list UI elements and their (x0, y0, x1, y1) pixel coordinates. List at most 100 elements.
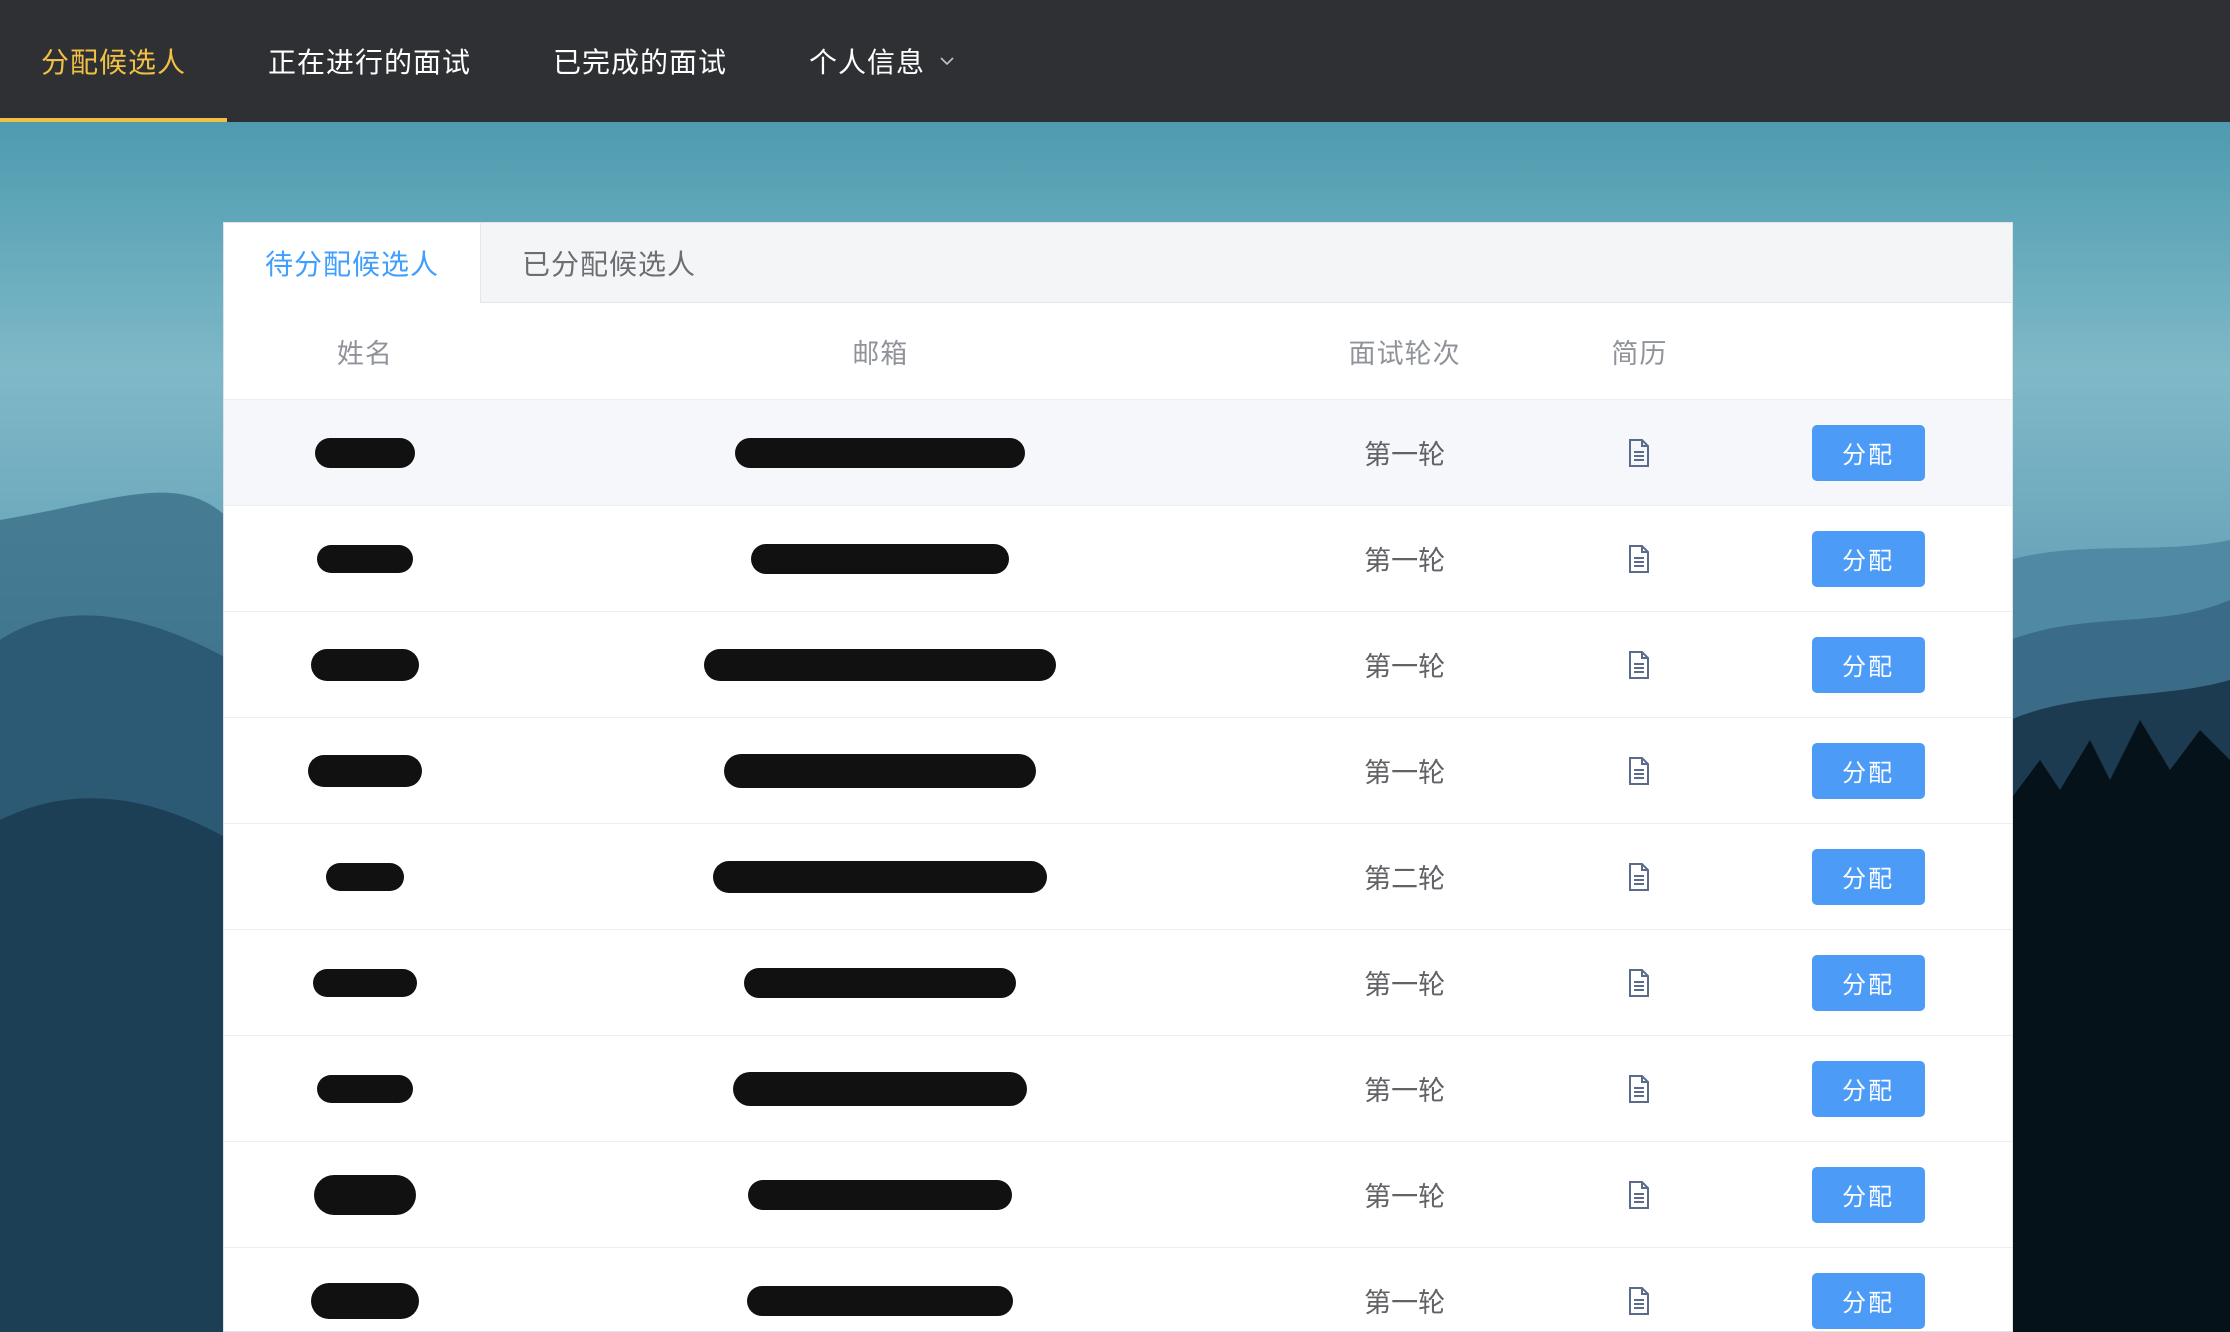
nav-assign-candidates[interactable]: 分配候选人 (0, 0, 228, 122)
redacted-email (724, 753, 1037, 788)
document-icon[interactable] (1627, 438, 1651, 467)
interview-round: 第二轮 (1364, 864, 1446, 895)
action-cell: 分配 (1724, 1272, 2012, 1329)
table-row: 第一轮 分配 (224, 930, 2012, 1036)
assign-button[interactable]: 分配 (1811, 636, 1925, 693)
redacted-name (310, 1282, 419, 1319)
tab-assigned-candidates[interactable]: 已分配候选人 (481, 223, 737, 302)
resume-cell (1555, 544, 1725, 573)
table-row: 第一轮 分配 (224, 1036, 2012, 1142)
candidate-email (506, 967, 1255, 998)
table-row: 第二轮 分配 (224, 824, 2012, 930)
redacted-email (735, 437, 1026, 468)
redacted-email (748, 1179, 1013, 1210)
resume-cell (1555, 1286, 1725, 1315)
resume-cell (1555, 1180, 1725, 1209)
nav-label: 已完成的面试 (553, 46, 728, 79)
table-row: 第一轮 分配 (224, 400, 2012, 506)
document-icon[interactable] (1627, 1180, 1651, 1209)
candidate-email (506, 753, 1255, 788)
redacted-name (312, 968, 417, 997)
candidate-email (506, 543, 1255, 574)
resume-cell (1555, 968, 1725, 997)
nav-label: 正在进行的面试 (268, 46, 472, 79)
redacted-name (316, 1074, 413, 1103)
nav-label: 个人信息 (809, 46, 926, 79)
nav-personal-info[interactable]: 个人信息 (768, 0, 996, 122)
redacted-name (316, 544, 413, 573)
candidate-name (224, 754, 506, 787)
candidate-email (506, 437, 1255, 468)
redacted-email (744, 967, 1017, 998)
nav-label: 分配候选人 (41, 46, 187, 79)
table-row: 第一轮 分配 (224, 612, 2012, 718)
column-header-name: 姓名 (336, 338, 393, 370)
tab-label: 待分配候选人 (265, 248, 440, 281)
candidate-email (506, 860, 1255, 893)
column-header-resume: 简历 (1611, 338, 1668, 370)
column-header-round: 面试轮次 (1348, 338, 1461, 370)
interview-round: 第一轮 (1364, 1182, 1446, 1213)
interview-round: 第一轮 (1364, 970, 1446, 1001)
redacted-email (704, 648, 1057, 681)
redacted-email (713, 860, 1048, 893)
redacted-name (325, 862, 404, 891)
assign-button[interactable]: 分配 (1811, 1272, 1925, 1329)
resume-cell (1555, 1074, 1725, 1103)
candidate-name (224, 437, 506, 468)
assign-button[interactable]: 分配 (1811, 848, 1925, 905)
redacted-name (307, 754, 422, 787)
tab-pending-candidates[interactable]: 待分配候选人 (224, 223, 482, 303)
document-icon[interactable] (1627, 544, 1651, 573)
table-header: 姓名 邮箱 面试轮次 简历 (224, 303, 2012, 400)
document-icon[interactable] (1627, 1286, 1651, 1315)
interview-round: 第一轮 (1364, 440, 1446, 471)
resume-cell (1555, 862, 1725, 891)
resume-cell (1555, 756, 1725, 785)
interview-round: 第一轮 (1364, 652, 1446, 683)
action-cell: 分配 (1724, 424, 2012, 481)
action-cell: 分配 (1724, 848, 2012, 905)
table-row: 第一轮 分配 (224, 1248, 2012, 1331)
candidate-email (506, 1179, 1255, 1210)
nav-completed-interviews[interactable]: 已完成的面试 (512, 0, 768, 122)
document-icon[interactable] (1627, 650, 1651, 679)
candidate-name (224, 968, 506, 997)
assign-button[interactable]: 分配 (1811, 954, 1925, 1011)
interview-round: 第一轮 (1364, 1288, 1446, 1319)
resume-cell (1555, 650, 1725, 679)
resume-cell (1555, 438, 1725, 467)
chevron-down-icon (940, 57, 954, 66)
action-cell: 分配 (1724, 636, 2012, 693)
nav-ongoing-interviews[interactable]: 正在进行的面试 (227, 0, 512, 122)
candidate-name (224, 1074, 506, 1103)
redacted-email (733, 1071, 1028, 1106)
document-icon[interactable] (1627, 968, 1651, 997)
table-body: 第一轮 分配 第一轮 分配 第一轮 分配 第一轮 分配 第二轮 分配 第一轮 分… (224, 400, 2012, 1331)
redacted-name (313, 1174, 416, 1215)
assign-button[interactable]: 分配 (1811, 742, 1925, 799)
top-navigation: 分配候选人 正在进行的面试 已完成的面试 个人信息 (0, 0, 2230, 122)
candidate-email (506, 648, 1255, 681)
action-cell: 分配 (1724, 1060, 2012, 1117)
column-header-email: 邮箱 (852, 338, 909, 370)
candidate-name (224, 1282, 506, 1319)
candidate-tabs: 待分配候选人 已分配候选人 (224, 223, 2012, 303)
candidate-name (224, 1174, 506, 1215)
candidate-name (224, 862, 506, 891)
document-icon[interactable] (1627, 1074, 1651, 1103)
assign-button[interactable]: 分配 (1811, 1060, 1925, 1117)
assign-button[interactable]: 分配 (1811, 424, 1925, 481)
assign-button[interactable]: 分配 (1811, 1166, 1925, 1223)
action-cell: 分配 (1724, 742, 2012, 799)
table-row: 第一轮 分配 (224, 1142, 2012, 1248)
assign-button[interactable]: 分配 (1811, 530, 1925, 587)
interview-round: 第一轮 (1364, 546, 1446, 577)
action-cell: 分配 (1724, 954, 2012, 1011)
action-cell: 分配 (1724, 530, 2012, 587)
table-row: 第一轮 分配 (224, 718, 2012, 824)
document-icon[interactable] (1627, 756, 1651, 785)
candidate-name (224, 544, 506, 573)
candidate-email (506, 1285, 1255, 1316)
document-icon[interactable] (1627, 862, 1651, 891)
